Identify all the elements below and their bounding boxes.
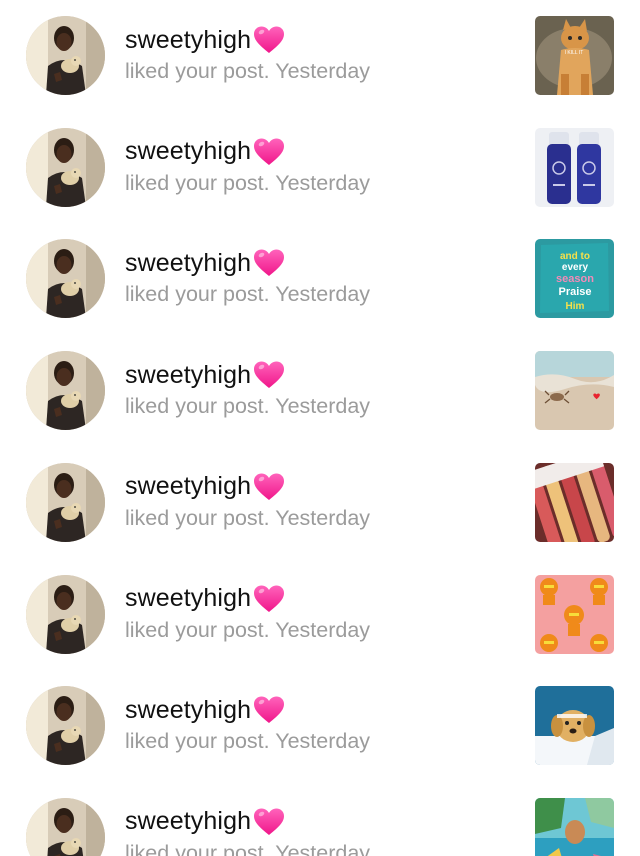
action-line: liked your post. Yesterday [125, 841, 370, 856]
timestamp: Yesterday [275, 394, 371, 419]
pink-heart-icon [253, 695, 285, 725]
avatar[interactable] [26, 797, 105, 856]
notification-row[interactable]: sweetyhigh liked your post. Yesterday an… [0, 223, 640, 335]
svg-text:Praise: Praise [558, 286, 591, 298]
notification-row[interactable]: sweetyhigh liked your post. Yesterday I … [0, 0, 640, 112]
username[interactable]: sweetyhigh [125, 26, 251, 55]
notification-text: sweetyhigh liked your post. Yesterday [125, 583, 370, 643]
post-thumbnail[interactable]: and to every season Praise Him [535, 239, 614, 319]
username-line: sweetyhigh [125, 24, 370, 56]
action-line: liked your post. Yesterday [125, 59, 370, 84]
notification-row[interactable]: sweetyhigh liked your post. Yesterday [0, 559, 640, 671]
avatar[interactable] [26, 351, 105, 431]
action-line: liked your post. Yesterday [125, 618, 370, 643]
timestamp: Yesterday [275, 617, 371, 642]
pink-heart-icon [253, 472, 285, 502]
action-text: liked your post. [125, 282, 270, 307]
username-line: sweetyhigh [125, 694, 370, 726]
post-thumbnail[interactable]: I KILL IT [535, 16, 614, 95]
pink-heart-icon [253, 248, 285, 278]
pink-heart-icon [253, 584, 285, 614]
svg-text:Him: Him [566, 301, 585, 312]
action-text: liked your post. [125, 394, 270, 419]
pink-heart-icon [253, 25, 285, 55]
svg-text:every: every [562, 262, 589, 273]
username-line: sweetyhigh [125, 471, 370, 503]
username[interactable]: sweetyhigh [125, 807, 251, 836]
avatar[interactable] [26, 686, 105, 766]
notification-text: sweetyhigh liked your post. Yesterday [125, 806, 370, 856]
username-line: sweetyhigh [125, 359, 370, 391]
action-text: liked your post. [125, 729, 270, 754]
svg-text:season: season [556, 273, 594, 285]
avatar[interactable] [26, 16, 105, 95]
action-text: liked your post. [125, 170, 270, 195]
timestamp: Yesterday [275, 282, 371, 307]
thumbnail-caption: I KILL IT [565, 50, 584, 56]
username-line: sweetyhigh [125, 806, 370, 838]
svg-text:and to: and to [560, 251, 590, 262]
notification-row[interactable]: sweetyhigh liked your post. Yesterday [0, 782, 640, 856]
action-line: liked your post. Yesterday [125, 394, 370, 419]
avatar[interactable] [26, 239, 105, 319]
timestamp: Yesterday [275, 729, 371, 754]
post-thumbnail[interactable] [535, 686, 614, 766]
post-thumbnail[interactable] [535, 574, 614, 654]
pink-heart-icon [253, 137, 285, 167]
notification-text: sweetyhigh liked your post. Yesterday [125, 247, 370, 307]
post-thumbnail[interactable] [535, 797, 614, 856]
notification-text: sweetyhigh liked your post. Yesterday [125, 471, 370, 531]
username-line: sweetyhigh [125, 583, 370, 615]
pink-heart-icon [253, 360, 285, 390]
notification-row[interactable]: sweetyhigh liked your post. Yesterday [0, 670, 640, 782]
notification-text: sweetyhigh liked your post. Yesterday [125, 359, 370, 419]
action-text: liked your post. [125, 617, 270, 642]
notification-row[interactable]: sweetyhigh liked your post. Yesterday [0, 335, 640, 447]
username[interactable]: sweetyhigh [125, 472, 251, 501]
timestamp: Yesterday [275, 840, 371, 856]
action-text: liked your post. [125, 59, 270, 83]
post-thumbnail[interactable] [535, 462, 614, 542]
username[interactable]: sweetyhigh [125, 137, 251, 166]
action-line: liked your post. Yesterday [125, 506, 370, 531]
username-line: sweetyhigh [125, 247, 370, 279]
action-text: liked your post. [125, 505, 270, 530]
action-line: liked your post. Yesterday [125, 171, 370, 196]
avatar[interactable] [26, 127, 105, 207]
timestamp: Yesterday [275, 170, 371, 195]
post-thumbnail[interactable] [535, 127, 614, 207]
username-line: sweetyhigh [125, 136, 370, 168]
notification-text: sweetyhigh liked your post. Yesterday [125, 136, 370, 196]
notification-text: sweetyhigh liked your post. Yesterday [125, 694, 370, 754]
username[interactable]: sweetyhigh [125, 584, 251, 613]
notification-row[interactable]: sweetyhigh liked your post. Yesterday [0, 447, 640, 559]
notification-text: sweetyhigh liked your post. Yesterday [125, 24, 370, 84]
username[interactable]: sweetyhigh [125, 361, 251, 390]
post-thumbnail[interactable] [535, 351, 614, 431]
action-line: liked your post. Yesterday [125, 282, 370, 307]
username[interactable]: sweetyhigh [125, 249, 251, 278]
activity-feed: sweetyhigh liked your post. Yesterday I … [0, 0, 640, 856]
action-line: liked your post. Yesterday [125, 729, 370, 754]
timestamp: Yesterday [275, 59, 371, 83]
notification-row[interactable]: sweetyhigh liked your post. Yesterday [0, 112, 640, 224]
timestamp: Yesterday [275, 505, 371, 530]
avatar[interactable] [26, 462, 105, 542]
username[interactable]: sweetyhigh [125, 696, 251, 725]
avatar[interactable] [26, 574, 105, 654]
action-text: liked your post. [125, 840, 270, 856]
pink-heart-icon [253, 807, 285, 837]
